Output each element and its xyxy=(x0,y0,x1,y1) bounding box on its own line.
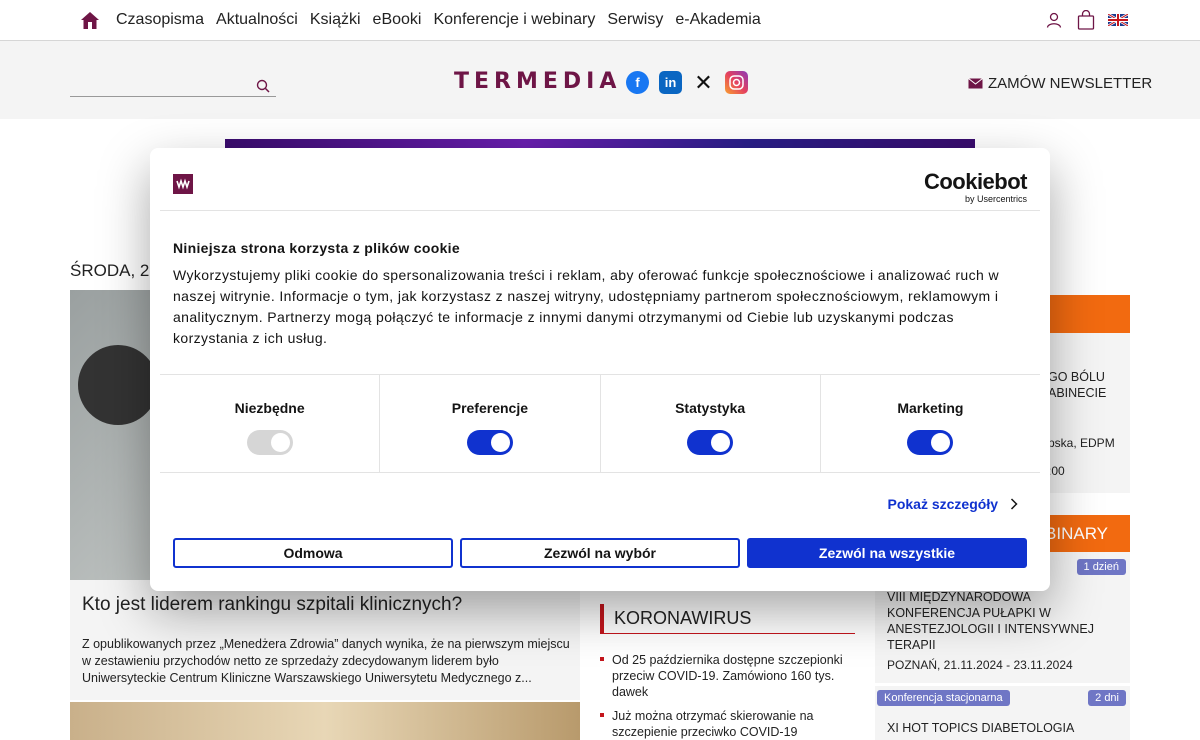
category-niezbedne: Niezbędne xyxy=(160,375,381,472)
toggle-niezbedne xyxy=(246,430,293,455)
toggle-marketing[interactable] xyxy=(907,430,954,455)
newsletter-link[interactable]: ZAMÓW NEWSLETTER xyxy=(968,75,1152,92)
cookie-description: Wykorzystujemy pliki cookie do spersonal… xyxy=(173,267,999,346)
list-item[interactable]: Już można otrzymać skierowanie na szczep… xyxy=(600,708,860,740)
event-title[interactable]: XI HOT TOPICS DIABETOLOGIA xyxy=(887,720,1117,736)
nav-item-e-akademia[interactable]: e-Akademia xyxy=(675,11,760,29)
site-header: TERMEDIA f in ✕ ZAMÓW NEWSLETTER xyxy=(0,41,1200,119)
toggle-preferencje[interactable] xyxy=(466,430,513,455)
divider xyxy=(160,210,1040,211)
social-links: f in ✕ xyxy=(626,70,748,95)
duration-badge: 1 dzień xyxy=(1076,559,1126,575)
allow-all-button[interactable]: Zezwól na wszystkie xyxy=(747,538,1027,568)
instagram-icon[interactable] xyxy=(725,71,748,94)
event-title[interactable]: VIII MIĘDZYNARODOWA KONFERENCJA PUŁAPKI … xyxy=(887,589,1117,653)
main-nav: Czasopisma Aktualności Książki eBooki Ko… xyxy=(116,11,773,29)
second-article-image[interactable] xyxy=(70,702,580,740)
nav-item-konferencje[interactable]: Konferencje i webinary xyxy=(433,11,595,29)
date-label: ŚRODA, 20 xyxy=(70,261,159,280)
category-preferencje: Preferencje xyxy=(380,375,601,472)
cookie-categories: Niezbędne Preferencje Statystyka Marketi… xyxy=(160,374,1040,473)
facebook-icon[interactable]: f xyxy=(626,71,649,94)
nav-item-czasopisma[interactable]: Czasopisma xyxy=(116,11,204,29)
toggle-statystyka[interactable] xyxy=(687,430,734,455)
nav-item-ksiazki[interactable]: Książki xyxy=(310,11,361,29)
cookie-consent-dialog: Cookiebot by Usercentrics Niniejsza stro… xyxy=(150,148,1050,591)
user-icon[interactable] xyxy=(1044,10,1064,30)
category-label: Niezbędne xyxy=(234,400,305,416)
nav-item-serwisy[interactable]: Serwisy xyxy=(607,11,663,29)
search-icon[interactable] xyxy=(256,79,270,93)
koronawirus-heading[interactable]: KORONAWIRUS xyxy=(600,604,855,634)
category-label: Statystyka xyxy=(675,400,746,416)
category-statystyka: Statystyka xyxy=(601,375,821,472)
chevron-right-icon xyxy=(1010,498,1018,510)
divider xyxy=(875,683,1130,686)
x-icon[interactable]: ✕ xyxy=(692,70,715,95)
top-right-tools xyxy=(1044,10,1128,30)
duration-badge: 2 dni xyxy=(1088,690,1126,706)
koronawirus-list: Od 25 października dostępne szczepionki … xyxy=(600,652,860,740)
nav-item-aktualnosci[interactable]: Aktualności xyxy=(216,11,298,29)
allow-selection-button[interactable]: Zezwól na wybór xyxy=(460,538,740,568)
top-nav: Czasopisma Aktualności Książki eBooki Ko… xyxy=(0,0,1200,41)
uk-flag-icon[interactable] xyxy=(1108,10,1128,30)
lead-article-text: Z opublikowanych przez „Menedżera Zdrowi… xyxy=(82,637,570,685)
cookie-title: Niniejsza strona korzysta z plików cooki… xyxy=(173,240,460,256)
list-item[interactable]: Od 25 października dostępne szczepionki … xyxy=(600,652,860,700)
cookiebot-sub: by Usercentrics xyxy=(964,194,1027,204)
deny-button[interactable]: Odmowa xyxy=(173,538,453,568)
event-place: POZNAŃ, 21.11.2024 - 23.11.2024 xyxy=(887,658,1073,672)
lead-article-title[interactable]: Kto jest liderem rankingu szpitali klini… xyxy=(82,594,572,616)
cookiebot-brand: Cookiebot xyxy=(923,169,1028,194)
event-title-line[interactable]: ABINECIE xyxy=(1048,386,1106,400)
hospital-logo-image xyxy=(78,345,158,425)
envelope-icon xyxy=(968,78,983,89)
cookiebot-logo: Cookiebot by Usercentrics xyxy=(923,169,1028,205)
category-label: Marketing xyxy=(897,400,964,416)
termedia-logo[interactable]: TERMEDIA xyxy=(454,69,621,94)
event-type-badge: Konferencja stacjonarna xyxy=(877,690,1010,706)
event-time: :00 xyxy=(1048,464,1065,478)
newsletter-label: ZAMÓW NEWSLETTER xyxy=(988,75,1153,92)
search-input[interactable] xyxy=(70,77,276,97)
nav-item-ebooki[interactable]: eBooki xyxy=(373,11,422,29)
site-logo-icon xyxy=(173,174,193,194)
show-details-link[interactable]: Pokaż szczegóły xyxy=(888,496,1019,512)
category-label: Preferencje xyxy=(451,400,529,416)
event-author: pska, EDPM xyxy=(1048,436,1115,450)
event-title-line[interactable]: GO BÓLU xyxy=(1048,370,1105,384)
cart-icon[interactable] xyxy=(1076,10,1096,30)
linkedin-icon[interactable]: in xyxy=(659,71,682,94)
show-details-label: Pokaż szczegóły xyxy=(887,496,999,512)
home-icon[interactable] xyxy=(80,11,100,30)
category-marketing: Marketing xyxy=(821,375,1040,472)
